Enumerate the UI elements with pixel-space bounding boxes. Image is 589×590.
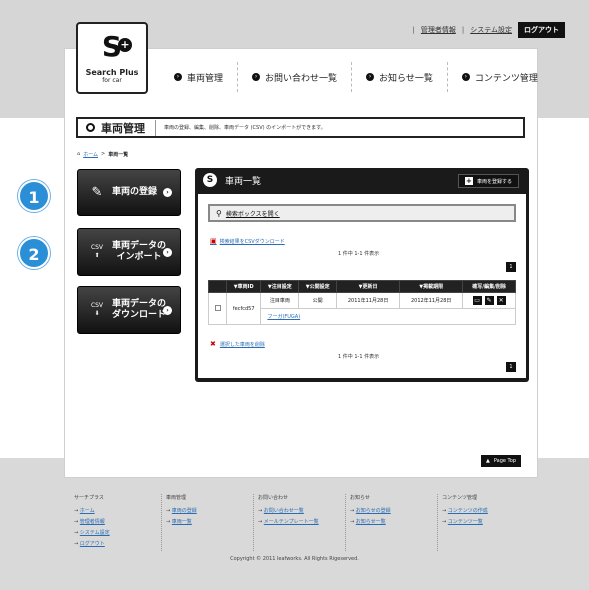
global-nav: › 車両管理 › お問い合わせ一覧 › お知らせ一覧 › コンテンツ管理 xyxy=(160,62,538,92)
col-updated[interactable]: ▼更新日 xyxy=(336,280,401,293)
vehicle-table: ▼車両ID ▼注目設定 ▼公開設定 ▼更新日 ▼掲載期限 確写/編集/削除 fe… xyxy=(208,280,516,325)
arrow-right-circle-icon: › xyxy=(174,73,182,81)
pager-bottom[interactable]: 1 xyxy=(506,362,516,372)
footer-col-inquiries: お問い合わせ → お問い合わせ一覧 → メールテンプレート一覧 xyxy=(254,494,346,551)
row-checkbox[interactable] xyxy=(214,304,221,311)
footer-link-register-vehicle[interactable]: 車両の登録 xyxy=(172,508,197,514)
footer-col-news: お知らせ → お知らせの登録 → お知らせ一覧 xyxy=(346,494,438,551)
footer-link-content-list[interactable]: コンテンツ一覧 xyxy=(448,519,483,525)
csv-download-icon: CSV ⬇ xyxy=(90,302,104,317)
cell-actions: ▭ ✎ ✕ xyxy=(462,292,516,309)
col-featured[interactable]: ▼注目設定 xyxy=(260,280,300,293)
edit-icon[interactable]: ✎ xyxy=(484,296,494,305)
cell-expiry: 2012年11月28日 xyxy=(399,292,464,309)
step-badge-1: 1 xyxy=(18,180,50,212)
search-icon: ⚲ xyxy=(216,208,222,218)
cell-public: 公開 xyxy=(298,292,338,309)
utility-links: | 管理者情報 | システム設定 ログアウト xyxy=(412,22,565,38)
register-vehicle-link[interactable]: + 車両を登録する xyxy=(457,174,519,188)
select-all-header[interactable] xyxy=(208,280,227,293)
plus-icon: + xyxy=(464,177,473,185)
panel-title: 車両一覧 xyxy=(225,176,262,187)
logo-subtitle: for car xyxy=(102,77,122,84)
register-vehicle-button[interactable]: ✎ 車両の登録 › xyxy=(77,169,181,216)
delete-icon[interactable]: ✕ xyxy=(496,296,506,305)
nav-content-management[interactable]: › コンテンツ管理 xyxy=(448,62,552,92)
arrow-right-circle-icon: › xyxy=(252,73,261,81)
col-actions: 確写/編集/削除 xyxy=(462,280,516,293)
search-plus-icon: S xyxy=(203,173,217,187)
import-vehicle-data-button[interactable]: CSV ⬆ 車両データの インポート › xyxy=(77,228,181,276)
arrow-right-circle-icon: › xyxy=(163,305,172,315)
footer-link-mail-templates[interactable]: メールテンプレート一覧 xyxy=(264,519,319,525)
footer-sitemap: サーチプラス → ホーム → 管理者情報 → システム設定 → ログアウト 車両… xyxy=(70,494,530,551)
arrow-right-circle-icon: › xyxy=(366,73,375,81)
vehicle-name-link[interactable]: フーガ(FUGA) xyxy=(267,314,300,320)
arrow-right-circle-icon: › xyxy=(461,73,470,81)
delete-selected-link[interactable]: ✖ 選択した車両を削除 xyxy=(210,340,265,348)
footer-link-inquiry-list[interactable]: お問い合わせ一覧 xyxy=(264,508,304,514)
breadcrumb-home[interactable]: ホーム xyxy=(83,151,98,158)
logo-title: Search Plus xyxy=(85,68,139,77)
footer-link-register-news[interactable]: お知らせの登録 xyxy=(356,508,391,514)
footer-col-content: コンテンツ管理 → コンテンツの作成 → コンテンツ一覧 xyxy=(442,495,488,525)
pager-top[interactable]: 1 xyxy=(506,262,516,272)
page-top-button[interactable]: ▲ Page Top xyxy=(481,455,521,467)
footer-link-system-settings[interactable]: システム設定 xyxy=(80,530,110,536)
page-title-bar: 車両管理 車両の登録、編集、削除、車両データ (CSV) のインポートができます… xyxy=(76,117,525,138)
nav-inquiries[interactable]: › お問い合わせ一覧 xyxy=(238,62,353,92)
footer-link-home[interactable]: ホーム xyxy=(80,508,95,514)
breadcrumb-current: 車両一覧 xyxy=(108,152,129,158)
cell-vehicle-id: fecfcd57 xyxy=(225,292,262,325)
footer-link-news-list[interactable]: お知らせ一覧 xyxy=(356,519,386,525)
step-badge-2: 2 xyxy=(18,237,50,269)
footer-col-searchplus: サーチプラス → ホーム → 管理者情報 → システム設定 → ログアウト xyxy=(70,494,162,551)
page-description: 車両の登録、編集、削除、車両データ (CSV) のインポートができます。 xyxy=(164,125,326,131)
panel-body: ⚲ 検索ボックスを開く ▣ 検索結果をCSVダウンロード 1 件中 1-1 件表… xyxy=(198,194,526,378)
arrow-right-circle-icon: › xyxy=(163,188,172,197)
logo-mark-icon: S + xyxy=(94,32,132,62)
result-count-top: 1 件中 1-1 件表示 xyxy=(338,251,380,257)
footer-link-create-content[interactable]: コンテンツの作成 xyxy=(448,508,488,514)
admin-info-link[interactable]: 管理者情報 xyxy=(421,25,456,35)
home-icon: ⌂ xyxy=(77,151,81,157)
nav-vehicle-management[interactable]: › 車両管理 xyxy=(160,62,239,92)
footer-link-vehicle-list[interactable]: 車両一覧 xyxy=(172,519,192,525)
arrow-right-circle-icon: › xyxy=(163,247,172,257)
preview-icon[interactable]: ▭ xyxy=(472,296,482,305)
page-title: 車両管理 xyxy=(101,119,156,136)
copyright: Copyright © 2011 leafworks. All Rights R… xyxy=(230,556,359,562)
edit-icon: ✎ xyxy=(91,185,103,200)
footer-col-vehicles: 車両管理 → 車両の登録 → 車両一覧 xyxy=(162,494,254,551)
logout-button[interactable]: ログアウト xyxy=(518,22,565,38)
logo[interactable]: S + Search Plus for car xyxy=(76,22,148,94)
csv-file-icon: ▣ xyxy=(210,237,217,245)
table-row: fecfcd57 注目車両 公開 2011年11月28日 2012年11月28日… xyxy=(208,292,516,325)
nav-news[interactable]: › お知らせ一覧 xyxy=(352,62,448,92)
search-box-toggle[interactable]: ⚲ 検索ボックスを開く xyxy=(208,204,516,222)
csv-download-link[interactable]: ▣ 検索結果をCSVダウンロード xyxy=(210,237,285,245)
system-settings-link[interactable]: システム設定 xyxy=(470,25,512,35)
arrow-up-icon: ▲ xyxy=(486,458,490,464)
breadcrumb: ⌂ ホーム > 車両一覧 xyxy=(77,151,129,158)
col-expiry[interactable]: ▼掲載期限 xyxy=(399,280,464,293)
cell-updated: 2011年11月28日 xyxy=(336,292,401,309)
circle-icon xyxy=(86,123,95,132)
cell-featured: 注目車両 xyxy=(260,292,300,309)
csv-import-icon: CSV ⬆ xyxy=(90,244,104,259)
footer-link-admin-info[interactable]: 管理者情報 xyxy=(80,519,105,525)
delete-x-icon: ✖ xyxy=(210,340,216,348)
download-vehicle-data-button[interactable]: CSV ⬇ 車両データの ダウンロード › xyxy=(77,286,181,334)
col-vehicle-id[interactable]: ▼車両ID xyxy=(225,280,262,293)
col-public[interactable]: ▼公開設定 xyxy=(298,280,338,293)
panel-header: S 車両一覧 + 車両を登録する xyxy=(195,168,529,192)
vehicle-list-panel: S 車両一覧 + 車両を登録する ⚲ 検索ボックスを開く ▣ 検索結果をCSVダ… xyxy=(195,168,529,382)
footer-link-logout[interactable]: ログアウト xyxy=(80,541,105,547)
result-count-bottom: 1 件中 1-1 件表示 xyxy=(338,354,380,360)
table-header-row: ▼車両ID ▼注目設定 ▼公開設定 ▼更新日 ▼掲載期限 確写/編集/削除 xyxy=(208,280,516,293)
